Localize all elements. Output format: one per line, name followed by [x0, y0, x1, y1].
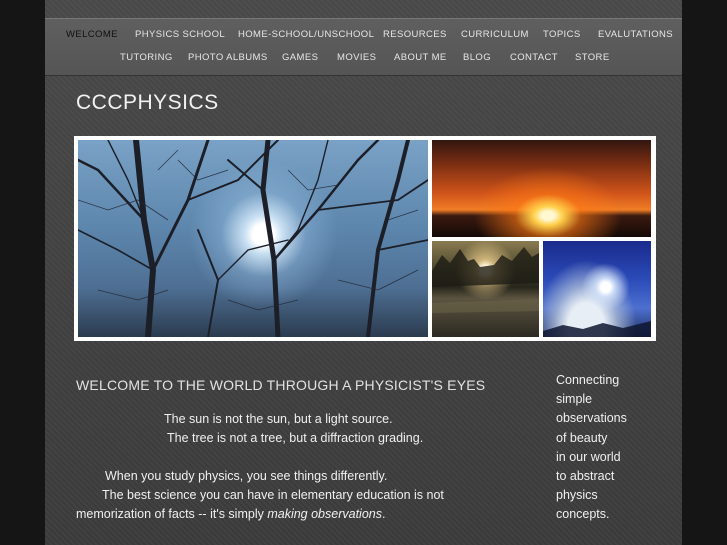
- nav-item-home-school-unschool[interactable]: Home-School/Unschool: [238, 29, 374, 40]
- intro-line-sun: The sun is not the sun, but a light sour…: [164, 412, 393, 426]
- nav-item-games[interactable]: Games: [282, 52, 318, 63]
- nav-item-movies[interactable]: Movies: [337, 52, 376, 63]
- page-content: Welcome Physics School Home-School/Unsch…: [45, 0, 682, 545]
- nav-item-physics-school[interactable]: Physics School: [135, 29, 225, 40]
- tagline-line: of beauty: [556, 430, 608, 445]
- nav-item-photo-albums[interactable]: Photo Albums: [188, 52, 268, 63]
- nav-item-resources[interactable]: Resources: [383, 29, 447, 40]
- river-tree-line: [432, 247, 539, 313]
- tagline-line: in our world: [556, 449, 621, 464]
- tagline-line: simple: [556, 392, 593, 407]
- intro-line-observations: memorization of facts -- it's simply mak…: [76, 507, 385, 521]
- nav-item-about-me[interactable]: About Me: [394, 52, 447, 63]
- welcome-heading: Welcome to the world through a physicist…: [76, 377, 486, 393]
- tagline-line: to abstract: [556, 469, 615, 484]
- photo-sunset-lake: [432, 140, 651, 237]
- observations-emphasis: making observations: [267, 507, 382, 521]
- tagline-line: physics: [556, 488, 598, 503]
- intro-line-science: The best science you can have in element…: [102, 488, 444, 502]
- photo-river-sun: [432, 241, 539, 337]
- nav-item-store[interactable]: Store: [575, 52, 610, 63]
- observations-prefix: memorization of facts -- it's simply: [76, 507, 268, 521]
- tagline-line: observations: [556, 411, 627, 426]
- sidebar-tagline: Connecting simple observations of beauty…: [556, 371, 656, 525]
- photo-sky-clouds: [543, 241, 651, 337]
- nav-item-tutoring[interactable]: Tutoring: [120, 52, 173, 63]
- observations-suffix: .: [381, 507, 386, 521]
- nav-item-curriculum[interactable]: Curriculum: [461, 29, 529, 40]
- nav-item-blog[interactable]: Blog: [463, 52, 491, 63]
- nav-item-welcome[interactable]: Welcome: [66, 29, 118, 40]
- tagline-line: concepts.: [556, 507, 610, 522]
- nav-item-contact[interactable]: Contact: [510, 52, 558, 63]
- tagline-line: Connecting: [556, 373, 620, 387]
- nav-item-evalutations[interactable]: Evalutations: [598, 29, 673, 40]
- intro-line-tree: The tree is not a tree, but a diffractio…: [167, 431, 424, 445]
- main-navigation: Welcome Physics School Home-School/Unsch…: [45, 18, 682, 76]
- photo-gallery: [74, 136, 656, 341]
- photo-trees-sun: [78, 140, 428, 337]
- cloud-horizon: [543, 321, 651, 337]
- tree-silhouette: [78, 140, 428, 337]
- intro-line-study: When you study physics, you see things d…: [105, 469, 388, 483]
- site-title[interactable]: CCCPHYSICS: [76, 91, 219, 115]
- nav-item-topics[interactable]: Topics: [543, 29, 581, 40]
